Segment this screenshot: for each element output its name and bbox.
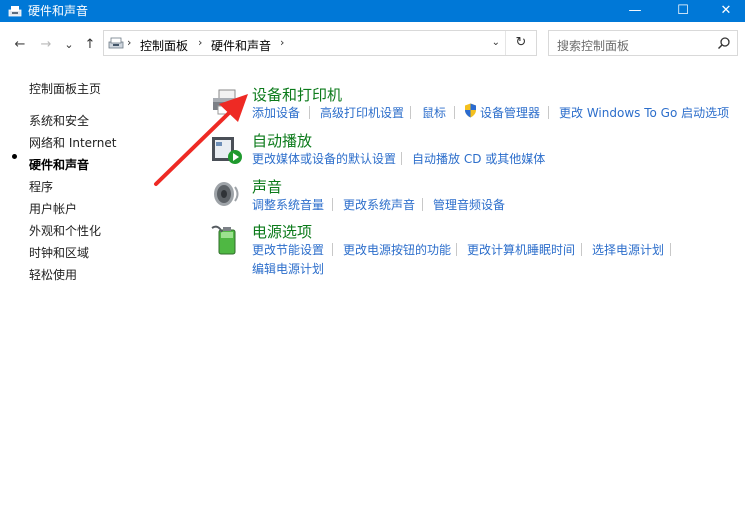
control-panel-icon	[108, 37, 124, 49]
up-arrow-icon[interactable]: ↑	[82, 36, 98, 54]
link-divider	[670, 243, 671, 256]
link-change-system-sounds[interactable]: 更改系统声音	[343, 196, 415, 213]
sidebar-item-hardware-sound[interactable]: 硬件和声音	[29, 156, 89, 173]
category-title-autoplay[interactable]: 自动播放	[252, 130, 312, 151]
back-arrow-icon[interactable]: ←	[12, 36, 28, 54]
sidebar-item-user-accounts[interactable]: 用户帐户	[29, 200, 77, 217]
link-change-default-settings[interactable]: 更改媒体或设备的默认设置	[252, 150, 396, 167]
search-box[interactable]: 搜索控制面板	[548, 30, 738, 56]
sidebar-item-home[interactable]: 控制面板主页	[29, 80, 101, 97]
title-bar: 硬件和声音 — ☐ ✕	[0, 0, 745, 22]
address-dropdown-icon[interactable]: ⌄	[492, 37, 500, 48]
breadcrumb-separator-icon[interactable]: ›	[127, 36, 131, 49]
link-divider	[456, 243, 457, 256]
link-add-device[interactable]: 添加设备	[252, 104, 300, 121]
speaker-icon[interactable]	[210, 177, 244, 211]
link-advanced-printer-setup[interactable]: 高级打印机设置	[320, 104, 404, 121]
refresh-button[interactable]: ↻	[505, 31, 536, 55]
battery-icon[interactable]	[210, 222, 244, 256]
link-divider	[410, 106, 411, 119]
breadcrumb-control-panel[interactable]: 控制面板	[140, 37, 188, 54]
link-divider	[548, 106, 549, 119]
sidebar-item-appearance[interactable]: 外观和个性化	[29, 222, 101, 239]
link-change-power-saving[interactable]: 更改节能设置	[252, 241, 324, 258]
sidebar-item-clock-region[interactable]: 时钟和区域	[29, 244, 89, 261]
window-title: 硬件和声音	[28, 4, 89, 18]
forward-arrow-icon[interactable]: →	[38, 36, 54, 54]
link-power-button-function[interactable]: 更改电源按钮的功能	[343, 241, 451, 258]
link-edit-power-plan[interactable]: 编辑电源计划	[252, 260, 324, 277]
address-bar[interactable]: › 控制面板 › 硬件和声音 › ⌄ ↻	[103, 30, 537, 56]
sidebar-item-programs[interactable]: 程序	[29, 178, 53, 195]
link-divider	[422, 198, 423, 211]
link-windows-to-go[interactable]: 更改 Windows To Go 启动选项	[559, 104, 729, 121]
link-adjust-volume[interactable]: 调整系统音量	[252, 196, 324, 213]
link-manage-audio-devices[interactable]: 管理音频设备	[433, 196, 505, 213]
uac-shield-icon	[465, 103, 476, 118]
control-panel-icon	[8, 6, 22, 17]
autoplay-icon[interactable]	[210, 133, 244, 167]
link-divider	[401, 152, 402, 165]
link-divider	[454, 106, 455, 119]
current-page-bullet	[12, 154, 17, 159]
link-mouse[interactable]: 鼠标	[422, 104, 446, 121]
link-divider	[332, 243, 333, 256]
printer-icon[interactable]	[210, 84, 244, 118]
search-icon[interactable]	[717, 36, 731, 50]
category-title-devices-printers[interactable]: 设备和打印机	[252, 84, 342, 105]
link-divider	[332, 198, 333, 211]
breadcrumb-separator-icon[interactable]: ›	[198, 36, 202, 49]
link-change-sleep-time[interactable]: 更改计算机睡眠时间	[467, 241, 575, 258]
breadcrumb-hardware-sound[interactable]: 硬件和声音	[211, 37, 271, 54]
minimize-button[interactable]: —	[613, 0, 657, 22]
search-placeholder[interactable]: 搜索控制面板	[557, 37, 629, 54]
link-divider	[309, 106, 310, 119]
link-device-manager[interactable]: 设备管理器	[480, 104, 540, 121]
category-title-sound[interactable]: 声音	[252, 176, 282, 197]
sidebar-item-system-security[interactable]: 系统和安全	[29, 112, 89, 129]
recent-locations-icon[interactable]: ⌄	[63, 36, 75, 54]
link-autoplay-cd[interactable]: 自动播放 CD 或其他媒体	[412, 150, 545, 167]
maximize-button[interactable]: ☐	[661, 0, 705, 22]
link-divider	[581, 243, 582, 256]
link-choose-power-plan[interactable]: 选择电源计划	[592, 241, 664, 258]
close-button[interactable]: ✕	[704, 0, 745, 22]
sidebar-item-ease-of-access[interactable]: 轻松使用	[29, 266, 77, 283]
sidebar-item-network[interactable]: 网络和 Internet	[29, 134, 116, 151]
breadcrumb-separator-icon[interactable]: ›	[280, 36, 284, 49]
category-title-power-options[interactable]: 电源选项	[252, 221, 312, 242]
